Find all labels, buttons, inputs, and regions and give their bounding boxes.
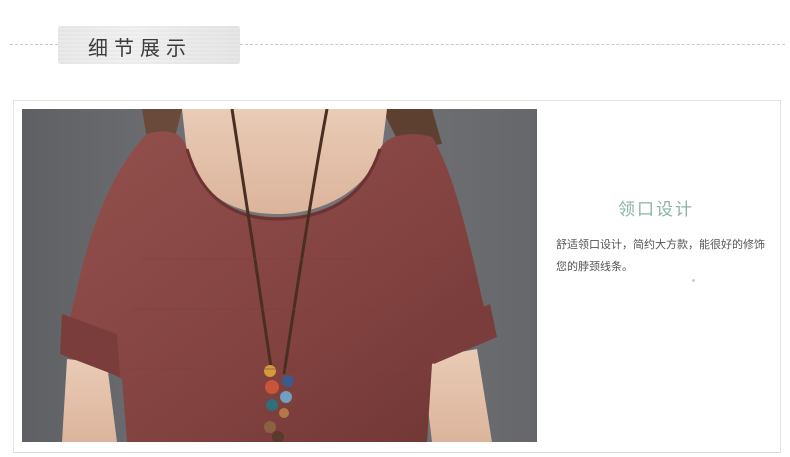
- product-detail-photo: [22, 109, 537, 442]
- decorative-dot: [692, 279, 695, 282]
- section-title-badge: 细节展示: [58, 26, 240, 64]
- frame-bottom-line: [13, 452, 780, 453]
- divider-left: [10, 44, 58, 45]
- feature-title: 领口设计: [618, 200, 694, 220]
- section-title: 细节展示: [88, 36, 192, 60]
- feature-description: 舒适领口设计，简约大方款，能很好的修饰您的脖颈线条。: [556, 238, 765, 273]
- divider-right: [240, 44, 785, 45]
- section-header: 细节展示: [0, 0, 790, 90]
- feature-panel: 领口设计 舒适领口设计，简约大方款，能很好的修饰您的脖颈线条。: [556, 195, 776, 278]
- product-photo-illustration: [22, 109, 537, 442]
